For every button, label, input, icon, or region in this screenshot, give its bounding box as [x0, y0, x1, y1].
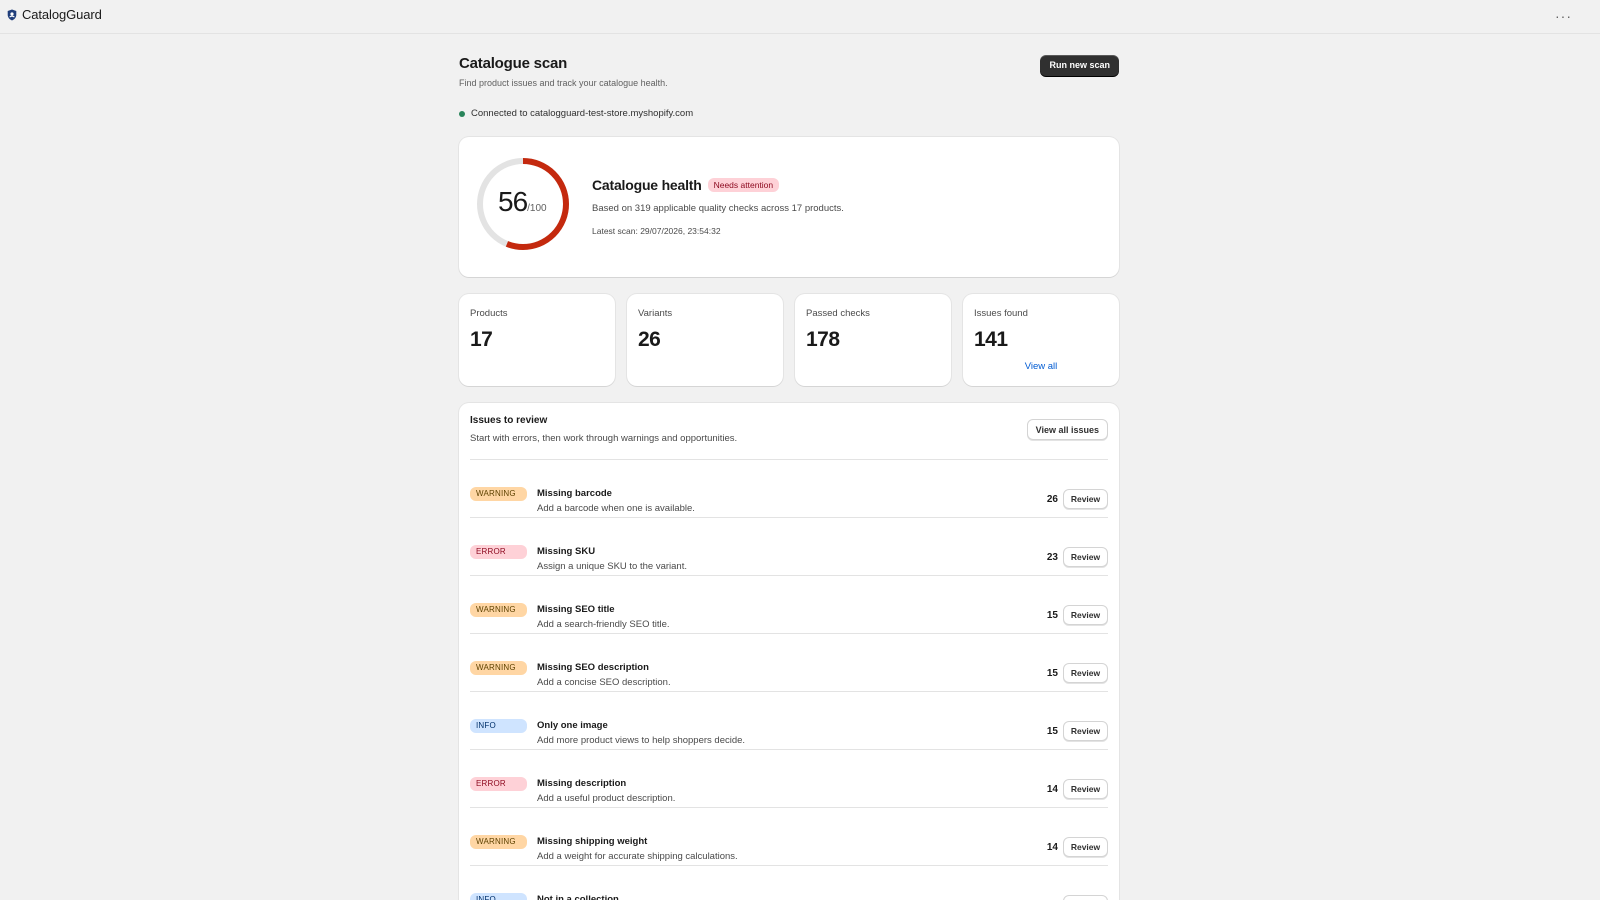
- connection-status: Connected to catalogguard-test-store.mys…: [459, 108, 693, 119]
- issue-name: Not in a collection: [537, 894, 619, 900]
- review-button[interactable]: Review: [1063, 837, 1108, 857]
- stat-label: Products: [470, 308, 508, 319]
- view-all-issues-button[interactable]: View all issues: [1026, 419, 1108, 440]
- issue-count: 14: [1046, 784, 1058, 795]
- issue-list: WARNING Missing barcode Add a barcode when…: [470, 460, 1108, 900]
- issue-count: 26: [1046, 494, 1058, 505]
- review-button[interactable]: Review: [1063, 489, 1108, 509]
- issue-name: Missing shipping weight: [537, 836, 648, 847]
- issue-count: 23: [1046, 552, 1058, 563]
- review-button[interactable]: Review: [1063, 895, 1108, 900]
- issue-description: Add a barcode when one is available.: [537, 503, 695, 514]
- issue-row: WARNING Missing SEO title Add a search-fri…: [470, 576, 1108, 634]
- issues-title: Issues to review: [470, 415, 548, 426]
- issue-count: 14: [1046, 842, 1058, 853]
- issue-description: Add a concise SEO description.: [537, 677, 671, 688]
- stat-label: Issues found: [974, 308, 1028, 319]
- health-title-row: Catalogue health Needs attention: [592, 177, 844, 193]
- review-button[interactable]: Review: [1063, 547, 1108, 567]
- issue-row: INFO Only one image Add more product views…: [470, 692, 1108, 750]
- issue-count: 15: [1046, 726, 1058, 737]
- brand: CatalogGuard: [7, 7, 102, 22]
- needs-attention-badge: Needs attention: [707, 178, 780, 192]
- issue-name: Missing SKU: [537, 546, 596, 557]
- run-new-scan-button[interactable]: Run new scan: [1040, 55, 1119, 76]
- issue-count: 15: [1046, 668, 1058, 679]
- issue-description: Add a weight for accurate shipping calcu…: [537, 851, 738, 862]
- severity-badge: INFO: [470, 893, 527, 900]
- page-subtitle: Find product issues and track your catal…: [459, 78, 668, 88]
- health-card: 56/100 Catalogue health Needs attention …: [459, 137, 1119, 277]
- review-button[interactable]: Review: [1063, 605, 1108, 625]
- health-gauge: 56/100: [476, 154, 574, 260]
- issue-description: Add more product views to help shoppers …: [537, 735, 746, 746]
- issue-row: ERROR Missing SKU Assign a unique SKU to t…: [470, 518, 1108, 576]
- severity-badge: INFO: [470, 719, 527, 733]
- page-title: Catalogue scan: [459, 55, 568, 72]
- issue-name: Missing barcode: [537, 488, 612, 499]
- stat-label: Variants: [638, 308, 673, 319]
- top-bar: CatalogGuard ···: [0, 0, 1600, 34]
- shield-icon: [7, 9, 17, 20]
- health-title: Catalogue health: [592, 177, 702, 193]
- issue-description: Add a useful product description.: [537, 793, 676, 804]
- severity-badge: ERROR: [470, 545, 527, 559]
- issue-row: WARNING Missing shipping weight Add a weig…: [470, 808, 1108, 866]
- issue-count: 15: [1046, 610, 1058, 621]
- issues-subtitle: Start with errors, then work through war…: [470, 433, 738, 444]
- status-dot-icon: [459, 110, 465, 117]
- stat-card-products: Products 17: [459, 294, 615, 386]
- health-score: 56/100: [498, 186, 547, 218]
- connection-text: Connected to catalogguard-test-store.mys…: [471, 108, 694, 119]
- page-header: Catalogue scan Find product issues and t…: [459, 55, 1119, 88]
- issue-description: Add a search-friendly SEO title.: [537, 619, 670, 630]
- app-name: CatalogGuard: [22, 7, 102, 22]
- stat-value: 178: [806, 328, 840, 351]
- stat-value: 17: [470, 328, 493, 351]
- review-button[interactable]: Review: [1063, 721, 1108, 741]
- issue-name: Missing description: [537, 778, 627, 789]
- view-all-link[interactable]: View all: [963, 361, 1119, 372]
- health-score-total: /100: [527, 203, 547, 214]
- issue-row: ERROR Missing description Add a useful pro…: [470, 750, 1108, 808]
- severity-badge: WARNING: [470, 661, 527, 675]
- review-button[interactable]: Review: [1063, 779, 1108, 799]
- issues-card: Issues to review Start with errors, then…: [459, 403, 1119, 900]
- latest-scan-time: Latest scan: 29/07/2026, 23:54:32: [592, 226, 721, 236]
- stat-label: Passed checks: [806, 308, 870, 319]
- health-description: Based on 319 applicable quality checks a…: [592, 203, 844, 214]
- stat-value: 141: [974, 328, 1008, 351]
- severity-badge: WARNING: [470, 603, 527, 617]
- review-button[interactable]: Review: [1063, 663, 1108, 683]
- issue-row: WARNING Missing barcode Add a barcode when…: [470, 460, 1108, 518]
- severity-badge: WARNING: [470, 835, 527, 849]
- issue-row: WARNING Missing SEO description Add a conc…: [470, 634, 1108, 692]
- stat-card-passed-checks: Passed checks 178: [795, 294, 951, 386]
- stat-card-issues-found: Issues found 141 View all: [963, 294, 1119, 386]
- health-score-value: 56: [498, 186, 528, 217]
- issue-name: Missing SEO title: [537, 604, 615, 615]
- stat-value: 26: [638, 328, 661, 351]
- issue-name: Missing SEO description: [537, 662, 649, 673]
- issue-row: INFO Not in a collection Review: [470, 866, 1108, 900]
- issue-name: Only one image: [537, 720, 608, 731]
- severity-badge: WARNING: [470, 487, 527, 501]
- stat-card-variants: Variants 26: [627, 294, 783, 386]
- health-info: Catalogue health Needs attention Based o…: [592, 177, 844, 236]
- more-horizontal-icon[interactable]: ···: [1555, 8, 1572, 24]
- issue-description: Assign a unique SKU to the variant.: [537, 561, 687, 572]
- severity-badge: ERROR: [470, 777, 527, 791]
